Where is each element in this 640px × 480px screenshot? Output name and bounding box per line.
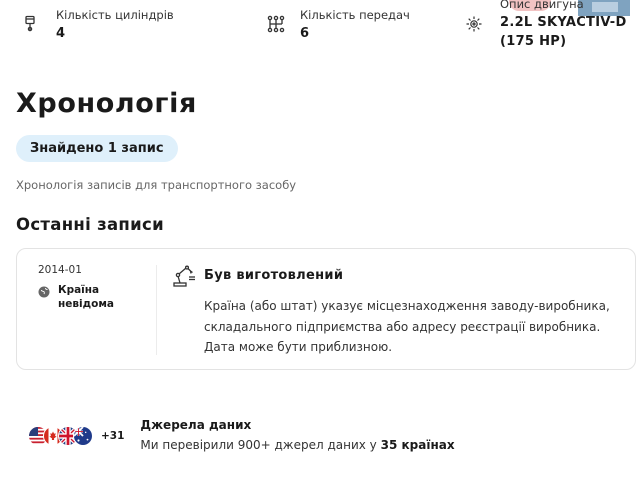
timeline-subtitle: Хронологія записів для транспортного зас… [16, 178, 297, 192]
record-event-description: Країна (або штат) указує місцезнаходженн… [204, 299, 610, 354]
more-countries-count: +31 [101, 430, 125, 442]
record-country-line1: Країна [58, 284, 100, 296]
spec-engine-value-line1: 2.2L SKYACTIV-D [500, 15, 627, 30]
record-country: Країна невідома [38, 283, 114, 311]
spec-gears-value: 6 [300, 26, 310, 41]
sources-title: Джерела даних [140, 418, 252, 432]
records-found-badge: Знайдено 1 запис [16, 135, 178, 162]
card-divider [156, 265, 157, 355]
recent-records-heading: Останні записи [16, 215, 164, 234]
globe-icon [38, 286, 50, 298]
spec-engine: Опис двигуна 2.2L SKYACTIV-D (175 HP) [462, 0, 627, 51]
country-flags: +31 [28, 426, 124, 446]
record-country-line2: невідома [58, 298, 114, 310]
page-title: Хронологія [16, 88, 197, 119]
record-event-title: Був виготовлений [204, 268, 344, 283]
cylinder-icon [18, 12, 42, 36]
sources-desc-countries: 35 країнах [380, 438, 455, 452]
record-date: 2014-01 [38, 264, 82, 276]
engine-icon [462, 12, 486, 36]
spec-gears-label: Кількість передач [300, 8, 410, 22]
data-sources: +31 Джерела даних Ми перевірили 900+ дже… [28, 418, 455, 452]
timeline-record-card: 2014-01 Країна невідома Був виготовлений… [16, 248, 636, 370]
gearbox-icon [264, 12, 288, 36]
factory-robot-arm-icon [173, 265, 195, 287]
spec-cylinders-label: Кількість циліндрів [56, 8, 174, 22]
spec-cylinders-value: 4 [56, 26, 66, 41]
spec-engine-label: Опис двигуна [500, 0, 584, 11]
sources-desc-prefix: Ми перевірили 900+ джерел даних у [140, 438, 377, 452]
sources-description: Ми перевірили 900+ джерел даних у 35 кра… [140, 438, 454, 452]
spec-gears: Кількість передач 6 [264, 0, 410, 43]
au-flag-icon [73, 426, 93, 446]
spec-engine-value-line2: (175 HP) [500, 34, 567, 49]
spec-cylinders: Кількість циліндрів 4 [18, 0, 174, 43]
